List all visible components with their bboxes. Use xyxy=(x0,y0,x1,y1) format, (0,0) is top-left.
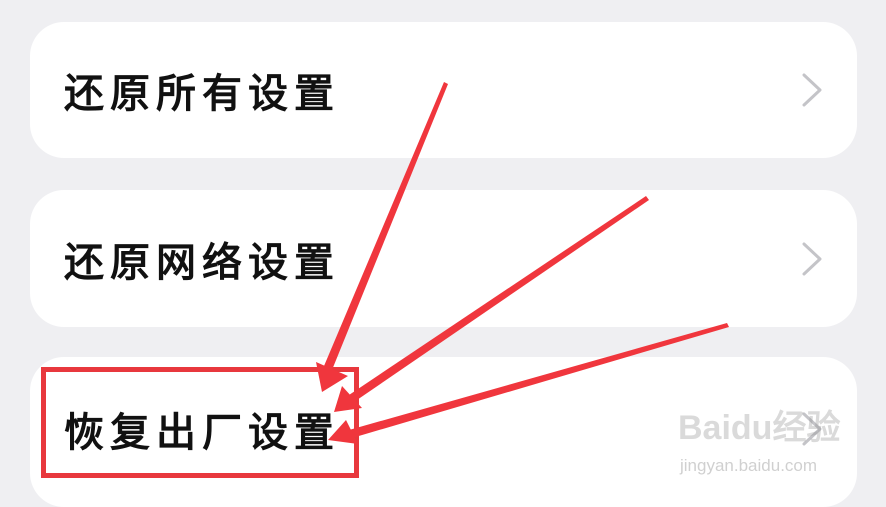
watermark-url: jingyan.baidu.com xyxy=(680,456,818,475)
reset-all-settings-label: 还原所有设置 xyxy=(64,71,340,117)
watermark-logo-suffix: 经验 xyxy=(772,408,841,448)
chevron-right-icon xyxy=(802,73,822,107)
highlight-box xyxy=(41,367,359,478)
reset-network-settings-row[interactable]: 还原网络设置 xyxy=(30,190,857,327)
chevron-right-icon xyxy=(802,242,822,275)
watermark-logo: Baidu xyxy=(678,409,773,447)
reset-all-settings-row[interactable]: 还原所有设置 xyxy=(30,22,857,158)
reset-network-settings-label: 还原网络设置 xyxy=(64,239,340,286)
baidu-watermark: Baidu经验 xyxy=(678,400,840,449)
